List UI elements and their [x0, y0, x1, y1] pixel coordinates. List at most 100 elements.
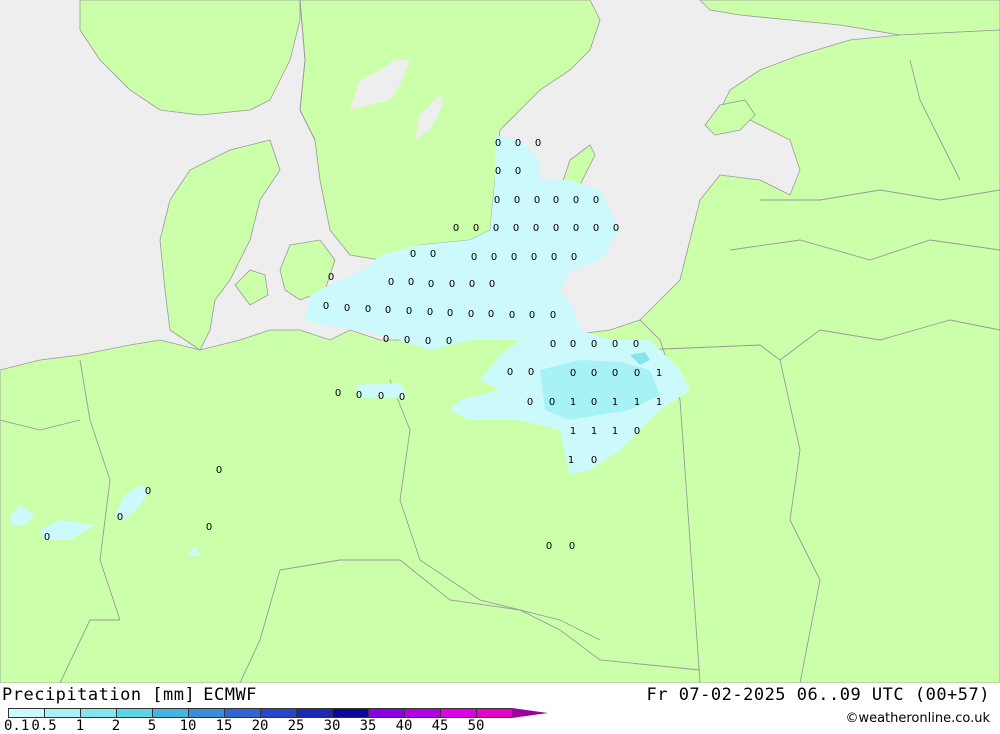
precip-value: 0	[117, 512, 123, 523]
precip-value: 0	[553, 223, 559, 234]
precip-value: 0	[514, 195, 520, 206]
legend-swatch	[8, 708, 44, 718]
precip-value: 1	[656, 368, 662, 379]
precip-value: 0	[494, 195, 500, 206]
legend-arrow	[512, 708, 548, 718]
precip-value: 0	[427, 307, 433, 318]
precip-value: 0	[493, 223, 499, 234]
legend-swatch	[368, 708, 404, 718]
precip-value: 0	[573, 223, 579, 234]
title-text: Precipitation [mm]	[2, 685, 196, 705]
precip-value: 0	[634, 368, 640, 379]
legend-label: 5	[147, 718, 157, 734]
model-name: ECMWF	[203, 685, 257, 705]
precip-value: 0	[591, 368, 597, 379]
precip-value: 0	[428, 279, 434, 290]
precip-value: 0	[593, 223, 599, 234]
precip-value: 0	[447, 308, 453, 319]
precip-value: 1	[568, 455, 574, 466]
legend-swatch	[440, 708, 476, 718]
map-canvas: 0 0 0 0 0 0 0 0 0 0 0 0 0 0 0 0 0 0 0 0 0 0 0 0 0 0 0 0 0 0 0 0 0 0 0 0 0 0 0 0…	[0, 0, 1000, 683]
precip-value: 0	[634, 426, 640, 437]
precip-value: 0	[534, 195, 540, 206]
precip-value: 0	[491, 252, 497, 263]
precip-value: 0	[570, 368, 576, 379]
legend-label: 50	[467, 718, 485, 734]
precip-value: 0	[535, 138, 541, 149]
precip-value: 0	[551, 252, 557, 263]
precip-value: 1	[612, 426, 618, 437]
legend-swatch	[296, 708, 332, 718]
legend-label: 0.1	[4, 718, 30, 734]
precip-value: 1	[570, 426, 576, 437]
legend-label: 30	[323, 718, 341, 734]
precip-value: 0	[488, 309, 494, 320]
precip-value: 0	[633, 339, 639, 350]
precip-value: 0	[509, 310, 515, 321]
legend-label: 0.5	[31, 718, 57, 734]
precip-value: 0	[365, 304, 371, 315]
precip-value: 1	[612, 397, 618, 408]
precip-value: 0	[513, 223, 519, 234]
precip-value: 0	[471, 252, 477, 263]
precip-value: 0	[531, 252, 537, 263]
precip-value: 0	[533, 223, 539, 234]
legend-colorbar	[8, 708, 548, 718]
legend-swatch	[80, 708, 116, 718]
precip-value: 0	[571, 252, 577, 263]
precip-value: 0	[383, 334, 389, 345]
precip-value: 0	[216, 465, 222, 476]
precip-value: 0	[591, 397, 597, 408]
legend-swatch	[260, 708, 296, 718]
precip-value: 0	[385, 305, 391, 316]
precip-value: 1	[656, 397, 662, 408]
precip-value: 1	[591, 426, 597, 437]
precip-value: 0	[449, 279, 455, 290]
precip-value: 1	[570, 397, 576, 408]
credit-link[interactable]: ©weatheronline.co.uk	[845, 711, 990, 726]
legend-swatch	[116, 708, 152, 718]
precip-value: 0	[546, 541, 552, 552]
precip-value: 0	[528, 367, 534, 378]
precip-value: 0	[489, 279, 495, 290]
map-footer: Precipitation [mm] ECMWF Fr 07-02-2025 06…	[0, 683, 1000, 734]
precip-value: 0	[593, 195, 599, 206]
precip-value: 0	[495, 138, 501, 149]
precip-value: 0	[356, 390, 362, 401]
legend-swatch	[404, 708, 440, 718]
legend-label: 2	[111, 718, 121, 734]
map-title: Precipitation [mm] ECMWF	[2, 685, 257, 705]
legend-swatch	[476, 708, 512, 718]
precip-value: 0	[328, 272, 334, 283]
precip-value: 0	[612, 368, 618, 379]
precip-value: 0	[511, 252, 517, 263]
precip-value: 0	[388, 277, 394, 288]
precip-value: 0	[569, 541, 575, 552]
precip-value: 0	[612, 339, 618, 350]
legend-label: 25	[287, 718, 305, 734]
legend-swatch	[188, 708, 224, 718]
precip-value: 0	[570, 339, 576, 350]
precip-value: 0	[408, 277, 414, 288]
legend-label: 40	[395, 718, 413, 734]
precip-value: 0	[469, 279, 475, 290]
precip-value: 0	[378, 391, 384, 402]
precip-value: 0	[323, 301, 329, 312]
precip-value: 0	[446, 336, 452, 347]
precip-value: 0	[550, 310, 556, 321]
precip-value: 0	[404, 335, 410, 346]
precip-value: 0	[515, 138, 521, 149]
precipitation-map: 0 0 0 0 0 0 0 0 0 0 0 0 0 0 0 0 0 0 0 0 0 0 0 0 0 0 0 0 0 0 0 0 0 0 0 0 0 0 0 0…	[0, 0, 1000, 683]
precip-value: 0	[591, 455, 597, 466]
precip-value: 0	[406, 306, 412, 317]
legend-label: 1	[75, 718, 85, 734]
legend-label: 45	[431, 718, 449, 734]
legend-label: 10	[179, 718, 197, 734]
precip-value: 0	[468, 309, 474, 320]
precip-value: 0	[515, 166, 521, 177]
precip-value: 0	[573, 195, 579, 206]
precip-value: 0	[507, 367, 513, 378]
precip-value: 0	[553, 195, 559, 206]
precip-value: 1	[634, 397, 640, 408]
precip-value: 0	[145, 486, 151, 497]
